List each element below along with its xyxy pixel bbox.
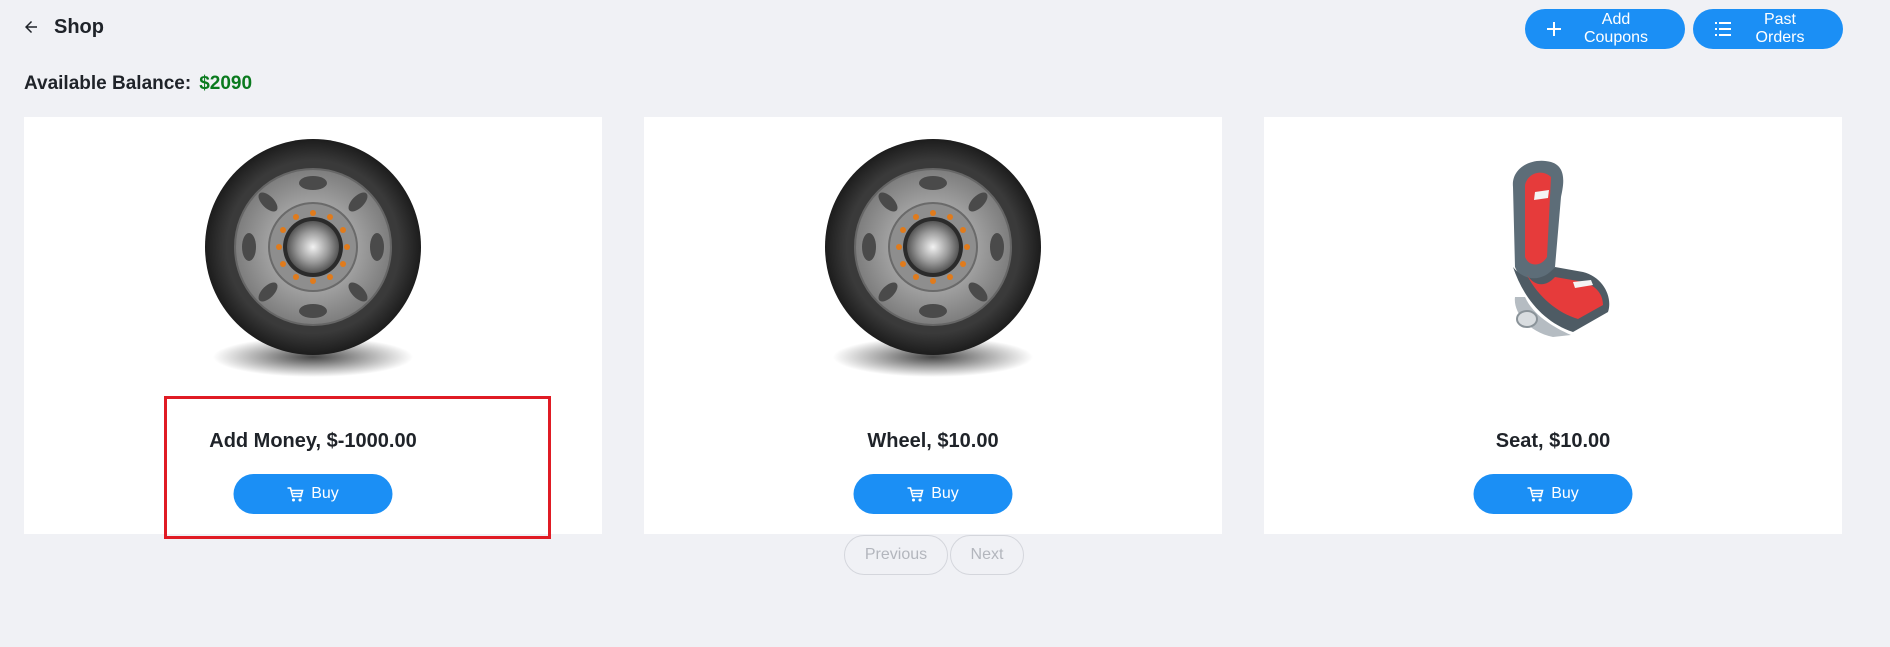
wheel-image bbox=[204, 138, 422, 377]
product-card: Add Money, $-1000.00 Buy bbox=[24, 117, 602, 534]
arrow-left-icon bbox=[25, 21, 37, 33]
past-orders-label: Past Orders bbox=[1755, 11, 1805, 46]
buy-button[interactable]: Buy bbox=[233, 474, 393, 514]
buy-label: Buy bbox=[931, 485, 959, 502]
product-name: Wheel, $10.00 bbox=[867, 430, 999, 452]
available-balance: Available Balance: $2090 bbox=[24, 73, 252, 95]
page-title: Shop bbox=[54, 16, 104, 38]
product-name: Add Money, $-1000.00 bbox=[209, 430, 417, 452]
buy-button[interactable]: Buy bbox=[853, 474, 1013, 514]
product-card: Wheel, $10.00 Buy bbox=[644, 117, 1222, 534]
add-coupons-label: Add Coupons bbox=[1583, 11, 1649, 46]
next-button[interactable]: Next bbox=[950, 535, 1024, 575]
cart-icon bbox=[287, 486, 304, 501]
buy-label: Buy bbox=[311, 485, 339, 502]
product-card: Seat, $10.00 Buy bbox=[1264, 117, 1842, 534]
header-actions: Add Coupons Past Orders bbox=[1525, 9, 1843, 49]
back-button[interactable] bbox=[20, 16, 42, 38]
shop-page: Shop Add Coupons Past Orders Available B… bbox=[0, 0, 1890, 647]
pagination: Previous Next bbox=[844, 535, 1024, 575]
previous-button[interactable]: Previous bbox=[844, 535, 948, 575]
balance-label: Available Balance: bbox=[24, 73, 192, 94]
buy-button[interactable]: Buy bbox=[1473, 474, 1633, 514]
product-image bbox=[24, 137, 602, 377]
balance-amount: $2090 bbox=[199, 73, 253, 94]
past-orders-button[interactable]: Past Orders bbox=[1693, 9, 1843, 49]
seat-image bbox=[1511, 159, 1611, 338]
wheel-image bbox=[824, 138, 1042, 377]
add-coupons-button[interactable]: Add Coupons bbox=[1525, 9, 1685, 49]
cart-icon bbox=[1527, 486, 1544, 501]
list-icon bbox=[1715, 22, 1731, 36]
plus-icon bbox=[1547, 22, 1561, 36]
product-name: Seat, $10.00 bbox=[1495, 430, 1611, 452]
cart-icon bbox=[907, 486, 924, 501]
product-image bbox=[1264, 137, 1842, 377]
buy-label: Buy bbox=[1551, 485, 1579, 502]
product-image bbox=[644, 137, 1222, 377]
